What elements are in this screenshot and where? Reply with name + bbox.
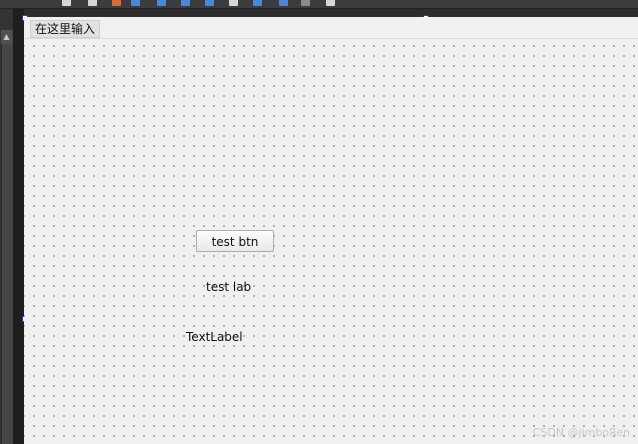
toolbar-icon[interactable] [112,0,121,6]
toolbar-icon[interactable] [253,0,262,6]
toolbar-icon[interactable] [62,0,71,6]
toolbar-icon[interactable] [279,0,288,6]
toolbar-icon[interactable] [301,0,310,6]
toolbar-icon[interactable] [181,0,190,6]
menu-type-here-input[interactable]: 在这里输入 [30,20,101,38]
toolbar-icon[interactable] [326,0,335,6]
toolbar-icon[interactable] [229,0,238,6]
canvas-edge [13,9,24,444]
menu-bar: 在这里输入 [24,17,638,39]
test-label[interactable]: test lab [206,280,251,294]
toolbar-icon[interactable] [157,0,166,6]
toolbar-icon[interactable] [205,0,214,6]
designer-window: ▲ 在这里输入 test btn test lab TextLabel CSDN… [0,0,638,444]
toolbar [0,0,638,9]
toolbar-icon[interactable] [88,0,97,6]
scroll-up-icon[interactable]: ▲ [1,30,12,44]
text-label[interactable]: TextLabel [186,330,243,344]
watermark: CSDN @jimboRen [532,426,630,439]
test-button[interactable]: test btn [196,230,274,252]
form-canvas[interactable]: 在这里输入 test btn test lab TextLabel CSDN @… [24,17,638,444]
vertical-scrollbar[interactable] [1,30,13,444]
toolbar-icon[interactable] [131,0,140,6]
